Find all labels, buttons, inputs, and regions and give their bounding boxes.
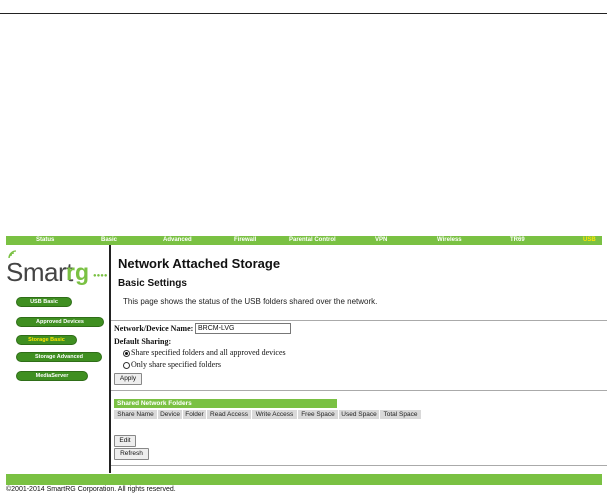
column-total-space: Total Space [380, 410, 421, 419]
apply-button[interactable]: Apply [114, 373, 142, 385]
divider [111, 390, 607, 391]
footer-bar [6, 474, 602, 485]
logo-smart-text: Smart [6, 257, 73, 287]
sidebar-item-storage-advanced[interactable]: Storage Advanced [16, 352, 102, 362]
edit-button[interactable]: Edit [114, 435, 136, 447]
top-rule [0, 13, 607, 14]
column-read-access: Read Access [207, 410, 251, 419]
sidebar-item-approved-devices[interactable]: Approved Devices [16, 317, 104, 327]
sidebar-item-storage-basic[interactable]: Storage Basic [16, 335, 77, 345]
main-nav: Status Basic Advanced Firewall Parental … [6, 236, 602, 245]
logo-dots-icon: ●●●● [93, 273, 108, 279]
nav-vpn[interactable]: VPN [375, 236, 387, 245]
column-device: Device [158, 410, 182, 419]
divider [111, 465, 607, 466]
device-name-label: Network/Device Name: [114, 324, 194, 333]
nav-tr69[interactable]: TR69 [510, 236, 525, 245]
column-used-space: Used Space [339, 410, 379, 419]
sidebar-divider [109, 245, 111, 473]
share-all-radio[interactable] [123, 350, 130, 357]
copyright-text: ©2001-2014 SmartRG Corporation. All righ… [6, 486, 176, 493]
device-name-input[interactable]: BRCM-LVG [195, 323, 291, 334]
default-sharing-label: Default Sharing: [114, 337, 172, 346]
column-free-space: Free Space [298, 410, 338, 419]
nav-status[interactable]: Status [36, 236, 54, 245]
share-all-option-label: Share specified folders and all approved… [131, 348, 286, 357]
nav-firewall[interactable]: Firewall [234, 236, 256, 245]
page-title: Network Attached Storage [118, 256, 281, 271]
divider [111, 320, 607, 321]
nav-basic[interactable]: Basic [101, 236, 117, 245]
section-title: Basic Settings [118, 278, 187, 289]
shared-folders-header: Shared Network Folders [114, 399, 337, 408]
column-folder: Folder [183, 410, 206, 419]
smartrg-logo: Smart rg ●●●● [6, 250, 108, 287]
nav-advanced[interactable]: Advanced [163, 236, 192, 245]
nav-parental-control[interactable]: Parental Control [289, 236, 336, 245]
column-share-name: Share Name [114, 410, 157, 419]
column-write-access: Write Access [252, 410, 297, 419]
logo-rg-text: rg [66, 259, 89, 285]
share-specified-option-label: Only share specified folders [131, 360, 221, 369]
page-description: This page shows the status of the USB fo… [123, 297, 378, 306]
sidebar-item-mediaserver[interactable]: MediaServer [16, 371, 88, 381]
nav-usb[interactable]: USB [583, 236, 596, 245]
refresh-button[interactable]: Refresh [114, 448, 149, 460]
share-specified-radio[interactable] [123, 362, 130, 369]
sidebar-item-usb-basic[interactable]: USB Basic [16, 297, 72, 307]
nav-wireless[interactable]: Wireless [437, 236, 462, 245]
